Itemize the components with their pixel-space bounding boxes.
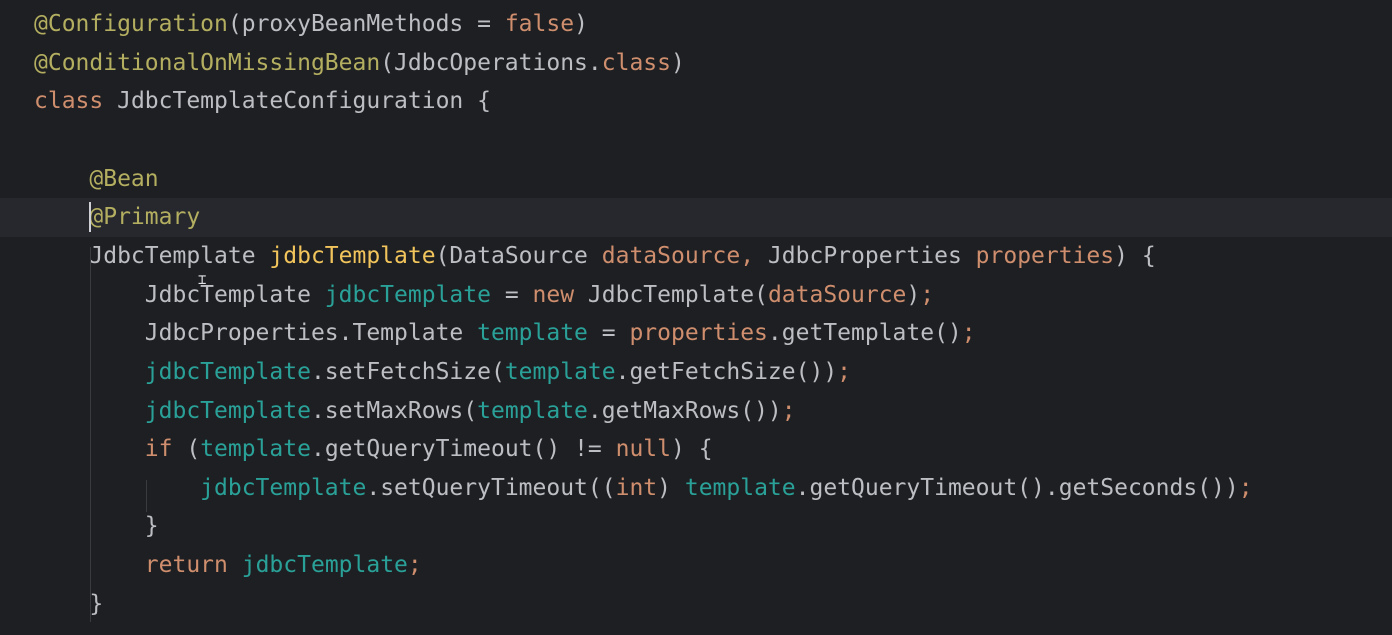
code-token-param: dataSource xyxy=(601,242,741,269)
code-token-plain: JdbcTemplate( xyxy=(574,281,768,308)
code-line-current[interactable]: @Primary xyxy=(0,198,1392,237)
code-token-plain: .getQueryTimeout().getSeconds()) xyxy=(795,474,1239,501)
code-token-plain: .setQueryTimeout(( xyxy=(366,474,616,501)
code-token-local: jdbcTemplate xyxy=(144,358,311,385)
code-token-plain: (JdbcOperations. xyxy=(380,49,602,76)
code-token-plain: ) xyxy=(657,474,685,501)
code-token-keyword: ; xyxy=(781,397,796,424)
code-token-keyword: int xyxy=(615,474,658,501)
code-line[interactable]: if (template.getQueryTimeout() != null) … xyxy=(0,430,1392,469)
code-token-plain: .getQueryTimeout() != xyxy=(310,436,616,463)
code-token-keyword: class xyxy=(601,49,671,76)
code-line[interactable]: jdbcTemplate.setMaxRows(template.getMaxR… xyxy=(0,392,1392,431)
code-line[interactable] xyxy=(0,121,1392,160)
code-token-keyword: , xyxy=(740,242,768,269)
mouse-ibeam-icon: ⌶ xyxy=(198,272,207,288)
code-token-plain: } xyxy=(34,590,104,617)
code-token-local: template xyxy=(200,436,311,463)
indent-guide xyxy=(146,480,147,512)
code-token-keyword: ; xyxy=(407,552,422,579)
code-token-plain: JdbcProperties.Template xyxy=(34,320,478,347)
code-token-plain: (proxyBeanMethods = xyxy=(227,11,505,37)
code-token-plain: JdbcTemplateConfiguration { xyxy=(103,88,491,115)
code-line[interactable]: @Configuration(proxyBeanMethods = false) xyxy=(0,5,1392,44)
code-line[interactable]: jdbcTemplate.setQueryTimeout((int) templ… xyxy=(0,469,1392,508)
code-token-annotation: @ConditionalOnMissingBean xyxy=(34,49,381,76)
code-token-local: template xyxy=(477,320,588,347)
code-token-plain: ) xyxy=(671,49,685,76)
code-token-local: template xyxy=(684,474,796,501)
code-token-keyword: ; xyxy=(920,281,935,308)
code-token-local: template xyxy=(504,358,616,385)
code-line[interactable]: @ConditionalOnMissingBean(JdbcOperations… xyxy=(0,44,1392,83)
code-token-keyword: new xyxy=(532,281,575,308)
code-token-plain: .getFetchSize()) xyxy=(615,358,838,385)
code-token-plain: .getTemplate() xyxy=(767,320,962,347)
code-token-keyword: null xyxy=(615,436,671,463)
indent-guide xyxy=(90,247,91,622)
code-token-plain: .setMaxRows( xyxy=(310,397,478,424)
code-line[interactable]: @Bean xyxy=(0,160,1392,199)
code-token-keyword: if xyxy=(144,436,173,463)
code-token-param: properties xyxy=(975,242,1115,269)
code-token-plain: ( xyxy=(172,436,201,463)
code-line[interactable]: JdbcTemplate jdbcTemplate(DataSource dat… xyxy=(0,237,1392,276)
code-token-plain: ) xyxy=(574,11,588,37)
code-token-plain: } xyxy=(34,513,159,540)
code-editor[interactable]: } return jdbcTemplate; } jdbcTemplate.se… xyxy=(0,0,1392,635)
code-token-keyword: false xyxy=(504,11,575,37)
code-token-plain: JdbcTemplate xyxy=(34,281,325,308)
code-token-param: properties xyxy=(629,320,768,347)
code-line[interactable]: return jdbcTemplate; xyxy=(0,546,1392,585)
code-token-plain: ) { xyxy=(671,436,713,463)
code-token-plain: ) { xyxy=(1114,242,1156,269)
text-cursor xyxy=(89,202,91,232)
code-token-local: jdbcTemplate xyxy=(200,474,367,501)
code-token-plain: ) xyxy=(906,281,921,308)
code-token-local: jdbcTemplate xyxy=(324,281,491,308)
code-token-plain: JdbcTemplate xyxy=(34,242,270,269)
code-token-param: dataSource xyxy=(767,281,907,308)
code-token-annotation: @Bean xyxy=(89,165,159,192)
code-token-keyword: return xyxy=(144,552,228,579)
code-token-annotation: @Primary xyxy=(89,204,201,231)
code-line[interactable]: JdbcTemplate jdbcTemplate = new JdbcTemp… xyxy=(0,276,1392,315)
code-line[interactable]: jdbcTemplate.setFetchSize(template.getFe… xyxy=(0,353,1392,392)
code-token-local: jdbcTemplate xyxy=(241,552,408,579)
code-token-methoddecl: jdbcTemplate xyxy=(269,242,436,269)
code-token-plain: (DataSource xyxy=(435,242,602,269)
code-token-plain: .setFetchSize( xyxy=(310,358,505,385)
code-line[interactable]: } xyxy=(0,585,1392,624)
code-token-plain: = xyxy=(490,281,533,308)
code-token-plain: .getMaxRows()) xyxy=(587,397,782,424)
code-token-plain: JdbcProperties xyxy=(767,242,976,269)
code-token-keyword: class xyxy=(34,88,104,115)
code-line[interactable]: } xyxy=(0,507,1392,546)
code-token-annotation: @Configuration xyxy=(34,11,228,37)
code-token-keyword: ; xyxy=(961,320,976,347)
code-line[interactable]: JdbcProperties.Template template = prope… xyxy=(0,314,1392,353)
code-token-local: jdbcTemplate xyxy=(144,397,311,424)
code-token-keyword: ; xyxy=(837,358,852,385)
code-token-keyword: ; xyxy=(1238,474,1253,501)
code-token-local: template xyxy=(477,397,588,424)
code-line[interactable]: class JdbcTemplateConfiguration { xyxy=(0,82,1392,121)
code-token-plain: = xyxy=(587,320,630,347)
